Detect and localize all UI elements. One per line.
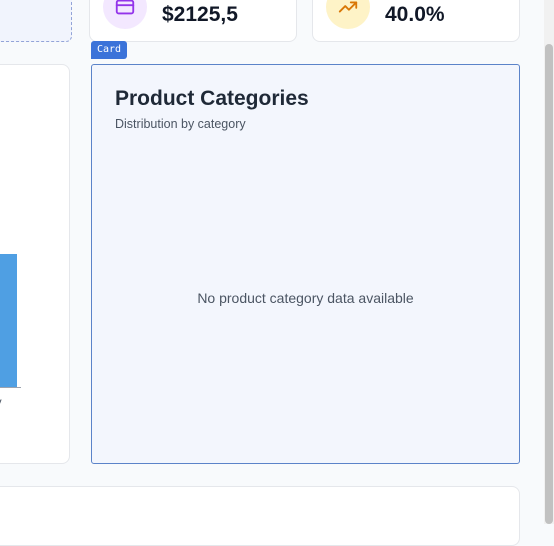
- card-tag-badge: Card: [91, 41, 128, 59]
- chart-x-axis: [0, 387, 21, 388]
- bottom-card-partial: [0, 486, 520, 546]
- scrollbar-thumb[interactable]: [545, 44, 553, 524]
- sales-chart-card-partial: ay: [0, 64, 70, 464]
- growth-stat-card: 40.0%: [312, 0, 520, 42]
- product-categories-card: Product Categories Distribution by categ…: [91, 64, 520, 464]
- scrollbar-track[interactable]: [544, 0, 554, 524]
- growth-stat-value: 40.0%: [385, 3, 445, 26]
- card-subtitle: Distribution by category: [115, 117, 246, 131]
- empty-state-message: No product category data available: [197, 290, 414, 306]
- revenue-stat-value: $2125,5: [162, 3, 238, 26]
- card-title: Product Categories: [115, 87, 309, 110]
- trending-up-icon: [326, 0, 370, 29]
- credit-card-icon: [103, 0, 147, 29]
- revenue-stat-card: $2125,5: [89, 0, 297, 42]
- top-left-card-partial: [0, 0, 72, 42]
- chart-tick-label: ay: [0, 395, 2, 409]
- chart-bar: [0, 254, 17, 388]
